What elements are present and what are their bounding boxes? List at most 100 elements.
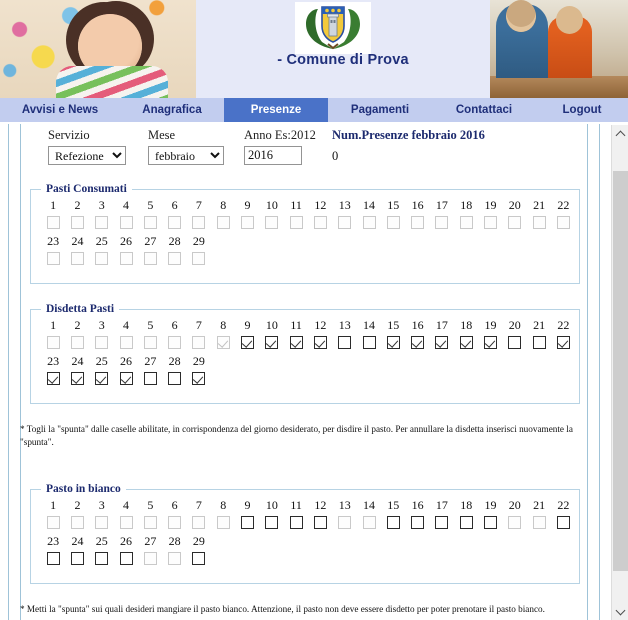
- nav-item-contattaci[interactable]: Contattaci: [432, 98, 536, 122]
- day-checkbox-17[interactable]: [435, 336, 449, 349]
- day-number: 15: [387, 198, 400, 212]
- day-number: 7: [195, 198, 202, 212]
- day-checkbox-19[interactable]: [483, 516, 497, 529]
- day-number: 27: [144, 354, 157, 368]
- day-checkbox-9[interactable]: [241, 336, 255, 349]
- day-checkbox-16[interactable]: [411, 336, 425, 349]
- disdetta-pasti-legend: Disdetta Pasti: [46, 303, 115, 315]
- day-cell-19: 19: [478, 197, 502, 233]
- day-cell-17: 17: [430, 197, 454, 233]
- day-cell-11: 11: [284, 197, 308, 233]
- day-checkbox-22[interactable]: [556, 336, 570, 349]
- day-row: 1 2 3 4 5 6 7 8 9 10 11 12 13 14 15 16 17 18 19 20 21 22: [41, 317, 579, 353]
- day-number: 21: [533, 498, 546, 512]
- day-cell-1: 1: [41, 497, 65, 533]
- day-checkbox-13[interactable]: [338, 336, 352, 349]
- day-number: 19: [484, 318, 497, 332]
- municipality-crest-icon: [295, 2, 371, 54]
- day-cell-14: 14: [357, 497, 381, 533]
- day-checkbox-23[interactable]: [46, 372, 60, 385]
- day-checkbox-12[interactable]: [313, 336, 327, 349]
- day-checkbox-26[interactable]: [119, 372, 133, 385]
- day-checkbox-29: [192, 252, 206, 265]
- day-cell-6: 6: [162, 317, 186, 353]
- day-cell-25: 25: [90, 533, 114, 569]
- day-number: 21: [533, 318, 546, 332]
- day-checkbox-29[interactable]: [192, 372, 206, 385]
- day-cell-8: 8: [211, 497, 235, 533]
- day-checkbox-27[interactable]: [143, 372, 157, 385]
- day-cell-23: 23: [41, 233, 65, 269]
- day-checkbox-12[interactable]: [313, 516, 327, 529]
- day-checkbox-22[interactable]: [556, 516, 570, 529]
- day-checkbox-12: [313, 216, 327, 229]
- day-checkbox-2: [70, 216, 84, 229]
- day-checkbox-20[interactable]: [508, 336, 522, 349]
- nav-item-pagamenti[interactable]: Pagamenti: [328, 98, 432, 122]
- day-checkbox-9[interactable]: [241, 516, 255, 529]
- day-checkbox-25[interactable]: [95, 552, 109, 565]
- day-cell-11: 11: [284, 497, 308, 533]
- nav-item-anagrafica[interactable]: Anagrafica: [120, 98, 224, 122]
- day-cell-9: 9: [235, 197, 259, 233]
- filter-bar: Servizio Refezione Mese febbraio Anno Es…: [36, 128, 596, 170]
- day-cell-25: 25: [90, 353, 114, 389]
- day-checkbox-10[interactable]: [265, 516, 279, 529]
- day-number: 27: [144, 234, 157, 248]
- day-checkbox-23[interactable]: [46, 552, 60, 565]
- day-checkbox-28[interactable]: [168, 372, 182, 385]
- scrollbar-thumb[interactable]: [613, 171, 628, 571]
- mese-select[interactable]: febbraio: [148, 146, 224, 165]
- day-number: 23: [47, 234, 60, 248]
- day-checkbox-21[interactable]: [532, 336, 546, 349]
- field-anno: Anno Es:2012: [244, 128, 316, 165]
- day-checkbox-23: [46, 252, 60, 265]
- day-cell-7: 7: [187, 497, 211, 533]
- day-number: 29: [192, 234, 205, 248]
- scroll-down-button[interactable]: [612, 603, 628, 620]
- day-cell-10: 10: [260, 197, 284, 233]
- day-checkbox-25[interactable]: [95, 372, 109, 385]
- day-checkbox-15: [386, 216, 400, 229]
- day-cell-4: 4: [114, 197, 138, 233]
- mese-label: Mese: [148, 128, 176, 142]
- day-cell-22: 22: [551, 497, 575, 533]
- day-checkbox-14[interactable]: [362, 336, 376, 349]
- nav-item-presenze[interactable]: Presenze: [224, 98, 328, 122]
- day-cell-6: 6: [162, 197, 186, 233]
- servizio-select[interactable]: Refezione: [48, 146, 126, 165]
- day-checkbox-24[interactable]: [70, 372, 84, 385]
- day-checkbox-10[interactable]: [265, 336, 279, 349]
- day-cell-5: 5: [138, 197, 162, 233]
- vertical-scrollbar[interactable]: [611, 125, 628, 620]
- day-cell-14: 14: [357, 197, 381, 233]
- day-checkbox-2: [70, 516, 84, 529]
- day-checkbox-29[interactable]: [192, 552, 206, 565]
- day-checkbox-18[interactable]: [459, 516, 473, 529]
- nav-item-logout[interactable]: Logout: [536, 98, 628, 122]
- scroll-up-button[interactable]: [612, 125, 628, 142]
- day-cell-20: 20: [503, 317, 527, 353]
- day-number: 20: [508, 198, 521, 212]
- day-number: 2: [74, 318, 81, 332]
- day-cell-5: 5: [138, 317, 162, 353]
- day-checkbox-18[interactable]: [459, 336, 473, 349]
- day-checkbox-16[interactable]: [411, 516, 425, 529]
- day-checkbox-25: [95, 252, 109, 265]
- day-checkbox-11[interactable]: [289, 516, 303, 529]
- day-checkbox-15[interactable]: [386, 336, 400, 349]
- day-cell-26: 26: [114, 233, 138, 269]
- anno-input[interactable]: [244, 146, 302, 165]
- day-checkbox-11[interactable]: [289, 336, 303, 349]
- banner-right-adult-head: [506, 0, 536, 32]
- day-checkbox-24[interactable]: [70, 552, 84, 565]
- banner-photo-left: [0, 0, 196, 98]
- day-checkbox-15[interactable]: [386, 516, 400, 529]
- day-checkbox-17[interactable]: [435, 516, 449, 529]
- day-checkbox-26[interactable]: [119, 552, 133, 565]
- nav-item-avvisi-e-news[interactable]: Avvisi e News: [0, 98, 120, 122]
- day-checkbox-19[interactable]: [483, 336, 497, 349]
- day-cell-15: 15: [381, 497, 405, 533]
- day-number: 11: [290, 318, 302, 332]
- day-checkbox-6: [168, 336, 182, 349]
